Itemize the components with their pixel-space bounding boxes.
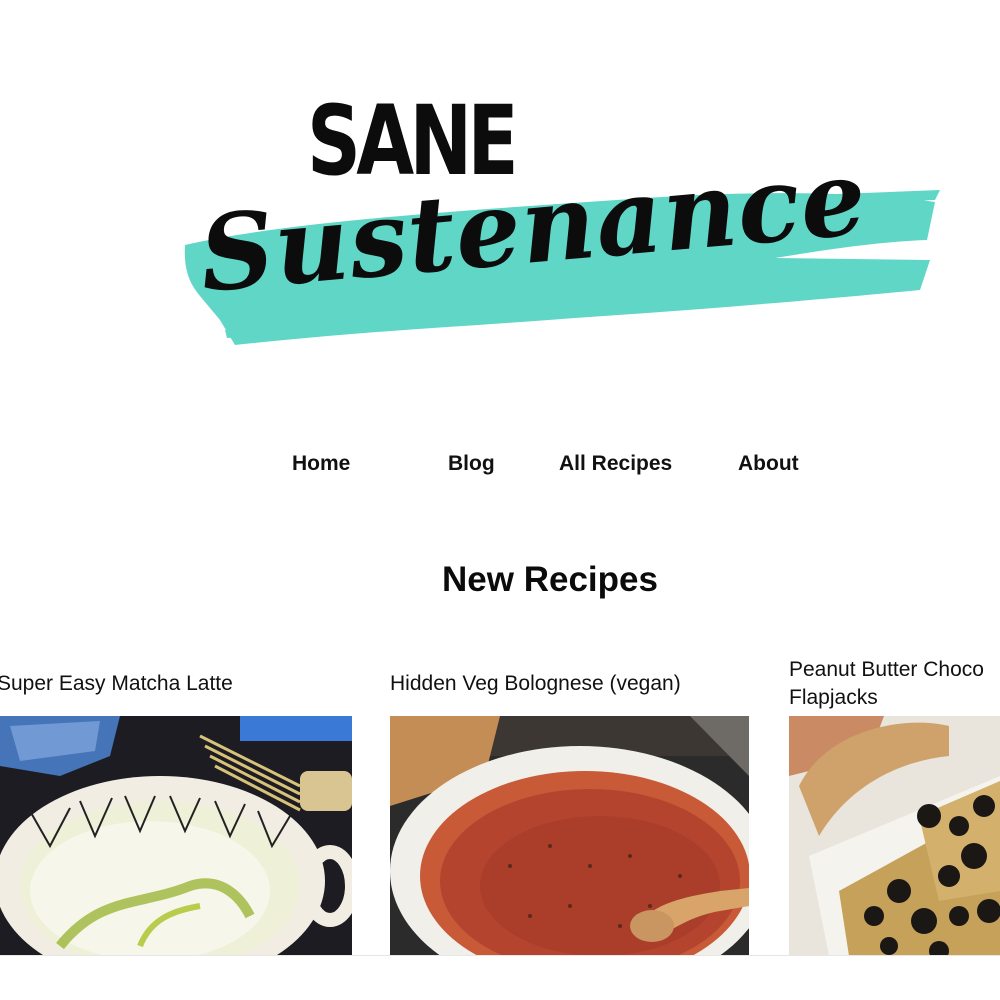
nav-all-recipes[interactable]: All Recipes bbox=[559, 452, 672, 476]
recipe-title[interactable]: Super Easy Matcha Latte bbox=[0, 670, 233, 698]
main-nav: Home Blog All Recipes About bbox=[0, 452, 1000, 482]
flapjacks-photo[interactable] bbox=[789, 716, 1000, 956]
page-divider bbox=[0, 955, 1000, 956]
recipe-title[interactable]: Hidden Veg Bolognese (vegan) bbox=[390, 670, 681, 698]
recipe-title-line2[interactable]: Flapjacks bbox=[789, 684, 878, 712]
section-title: New Recipes bbox=[442, 560, 658, 599]
bolognese-photo[interactable] bbox=[390, 716, 749, 956]
nav-home[interactable]: Home bbox=[292, 452, 350, 476]
nav-about[interactable]: About bbox=[738, 452, 799, 476]
recipe-title-line1[interactable]: Peanut Butter Choco bbox=[789, 656, 984, 684]
matcha-latte-photo[interactable] bbox=[0, 716, 352, 956]
nav-blog[interactable]: Blog bbox=[448, 452, 495, 476]
site-logo[interactable]: SANE Sustenance bbox=[175, 85, 945, 375]
